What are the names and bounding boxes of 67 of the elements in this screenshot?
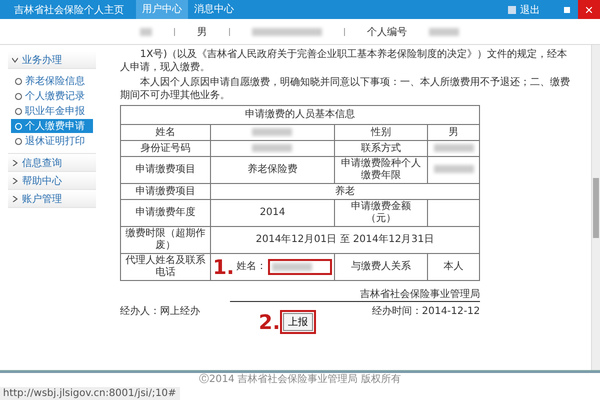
redacted-value: [252, 144, 292, 152]
table-label: 性别: [334, 124, 428, 140]
bullet-icon: [15, 108, 22, 114]
status-url: http://wsbj.jlsigov.cn:8001/jsi/;10#: [0, 387, 180, 400]
table-cell: 男: [428, 124, 480, 140]
table-label: 申请缴费险种个人缴费年限: [334, 156, 428, 184]
annotation-number: 1.: [212, 257, 234, 277]
table-label: 缴费时限（超期作废）: [120, 226, 210, 254]
table-cell: 本人: [428, 254, 480, 280]
chevron-icon: [12, 196, 18, 202]
table-label: 申请缴费年度: [120, 200, 210, 226]
table-title: 申请缴费的人员基本信息: [120, 106, 480, 124]
sidebar-item[interactable]: 退休证明打印: [11, 134, 93, 148]
chevron-icon: [12, 56, 18, 62]
field-label: 姓名：: [236, 261, 266, 273]
sidebar-group[interactable]: 账户管理: [8, 190, 96, 208]
table-label: 联系方式: [334, 140, 428, 156]
redacted-value: [252, 128, 292, 136]
logout-link[interactable]: 退出: [520, 2, 540, 16]
table-cell: 2014年12月01日 至 2014年12月31日: [210, 226, 480, 254]
name-input-field[interactable]: [268, 259, 332, 275]
redacted-value: [252, 28, 322, 36]
site-title: 吉林省社会保险个人主页: [14, 4, 124, 16]
sidebar-item[interactable]: 养老保险信息: [11, 74, 93, 88]
table-label: 申请缴费项目: [120, 184, 210, 200]
info-label: 个人编号: [367, 26, 407, 38]
handler-text: 经办人：网上经办: [120, 304, 200, 318]
annotation-number: 2.: [258, 312, 280, 332]
sidebar-item[interactable]: 职业年金申报: [11, 104, 93, 118]
bullet-icon: [15, 122, 22, 130]
sidebar-item[interactable]: 个人缴费申请: [11, 119, 93, 133]
time-text: 经办时间：2014-12-12: [372, 304, 480, 318]
redacted-value: [272, 263, 312, 271]
close-icon: [586, 6, 592, 12]
paragraph: 本人因个人原因申请自愿缴费，明确知晓并同意以下事项：一、本人所缴费用不予退还；二、缴费期间不可办理其他业务。: [120, 76, 571, 102]
table-label: 身份证号码: [120, 140, 210, 156]
table-label: 与缴费人关系: [334, 254, 428, 280]
chevron-icon: [12, 160, 18, 166]
table-cell: 养老保险费: [210, 156, 335, 184]
redacted-value: [140, 28, 152, 36]
window-icon[interactable]: [564, 6, 570, 12]
table-label: 申请缴费金额（元）: [334, 200, 428, 226]
avatar-icon: [508, 6, 516, 14]
agency-name: 吉林省社会保险事业管理局: [230, 287, 480, 302]
redacted-value: [434, 144, 474, 152]
nav-tab[interactable]: 用户中心: [136, 0, 188, 19]
table-label: 申请缴费项目: [120, 156, 210, 184]
bullet-icon: [15, 92, 22, 100]
close-button[interactable]: [578, 0, 600, 19]
sidebar-item[interactable]: 个人缴费记录: [11, 89, 93, 103]
bullet-icon: [15, 138, 22, 144]
redacted-value: [429, 28, 459, 36]
redacted-value: [434, 165, 474, 174]
sidebar-group[interactable]: 帮助中心: [8, 172, 96, 190]
table-label: 代理人姓名及联系电话: [120, 254, 210, 280]
table-label: 姓名: [120, 124, 210, 140]
submit-button[interactable]: 上报: [283, 313, 314, 331]
table-cell: 养老: [210, 184, 480, 200]
gender-text: 男: [197, 26, 207, 38]
paragraph: 1X号)（以及《吉林省人民政府关于完善企业职工基本养老保险制度的决定》）文件的规定，经本人申请，现入缴费。: [120, 48, 568, 74]
nav-tab[interactable]: 消息中心: [188, 0, 240, 19]
chevron-icon: [12, 178, 18, 184]
bullet-icon: [15, 78, 22, 84]
sidebar-group[interactable]: 信息查询: [8, 154, 96, 172]
scrollbar[interactable]: [591, 45, 600, 370]
sidebar-group[interactable]: 业务办理: [8, 51, 96, 69]
table-cell: 2014: [210, 200, 335, 226]
